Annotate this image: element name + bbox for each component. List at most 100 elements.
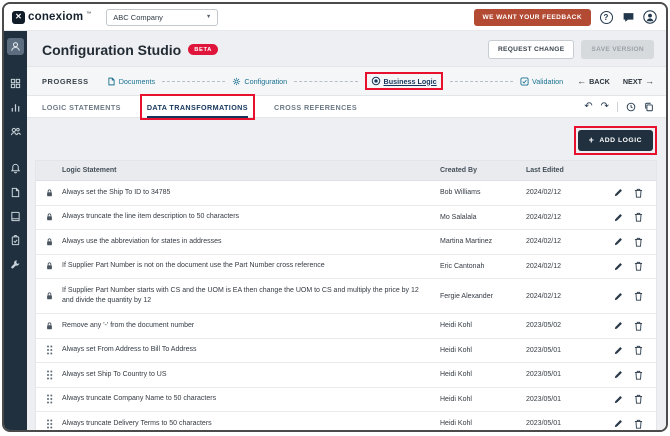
next-button[interactable]: NEXT → xyxy=(623,77,654,86)
sidebar-item-tools[interactable] xyxy=(7,256,24,273)
next-label: NEXT xyxy=(623,77,642,86)
sidebar-item-user[interactable] xyxy=(7,38,24,55)
step-configuration[interactable]: Configuration xyxy=(232,77,287,86)
edit-icon[interactable] xyxy=(614,321,623,330)
edit-icon[interactable] xyxy=(614,419,623,428)
help-button[interactable]: ? xyxy=(599,10,613,24)
sidebar-item-documents[interactable] xyxy=(7,184,24,201)
back-button[interactable]: ← BACK xyxy=(577,77,610,86)
sidebar-item-tasks[interactable] xyxy=(7,232,24,249)
tab-logic-statements[interactable]: LOGIC STATEMENTS xyxy=(42,96,121,118)
annotation-box-business-logic: Business Logic xyxy=(365,72,443,90)
feedback-button[interactable]: WE WANT YOUR FEEDBACK xyxy=(474,9,592,26)
history-icon[interactable] xyxy=(626,102,636,112)
table-row[interactable]: If Supplier Part Number starts with CS a… xyxy=(36,279,656,314)
delete-icon[interactable] xyxy=(634,419,643,429)
row-leading-icon-cell xyxy=(36,291,62,301)
delete-icon[interactable] xyxy=(634,237,643,247)
row-last-edited: 2024/02/12 xyxy=(526,238,610,245)
tab-data-transformations[interactable]: DATA TRANSFORMATIONS xyxy=(147,96,248,118)
row-last-edited: 2024/02/12 xyxy=(526,214,610,221)
book-icon xyxy=(10,211,21,222)
edit-icon[interactable] xyxy=(614,262,623,271)
sidebar-item-library[interactable] xyxy=(7,208,24,225)
table-row[interactable]: Always truncate Delivery Terms to 50 cha… xyxy=(36,412,656,432)
edit-icon[interactable] xyxy=(614,395,623,404)
back-label: BACK xyxy=(589,77,610,86)
target-icon xyxy=(371,76,381,86)
step-business-logic[interactable]: Business Logic xyxy=(371,76,437,86)
drag-handle-icon[interactable] xyxy=(46,394,53,404)
checkbox-icon xyxy=(520,77,529,86)
row-leading-icon-cell xyxy=(36,237,62,247)
row-created-by: Mo Salalala xyxy=(440,214,526,221)
undo-icon[interactable]: ↶ xyxy=(584,102,592,112)
table-row[interactable]: Always truncate Company Name to 50 chara… xyxy=(36,388,656,413)
logic-table: Logic Statement Created By Last Edited A… xyxy=(35,160,657,430)
delete-icon[interactable] xyxy=(634,370,643,380)
delete-icon[interactable] xyxy=(634,321,643,331)
chat-bubble-icon xyxy=(622,11,635,24)
edit-icon[interactable] xyxy=(614,237,623,246)
table-row[interactable]: Always set the Ship To ID to 34785 Bob W… xyxy=(36,181,656,206)
chat-button[interactable] xyxy=(621,10,635,24)
table-row[interactable]: Always set Ship To Country to US Heidi K… xyxy=(36,363,656,388)
row-created-by: Heidi Kohl xyxy=(440,347,526,354)
redo-icon[interactable]: ↷ xyxy=(601,102,609,112)
table-row[interactable]: Always truncate the line item descriptio… xyxy=(36,206,656,231)
wrench-icon xyxy=(10,259,21,270)
edit-icon[interactable] xyxy=(614,370,623,379)
drag-handle-icon[interactable] xyxy=(46,419,53,429)
chevron-down-icon: ▼ xyxy=(206,14,211,20)
delete-icon[interactable] xyxy=(634,291,643,301)
request-change-button[interactable]: REQUEST CHANGE xyxy=(488,40,574,59)
row-leading-icon-cell xyxy=(36,345,62,355)
copy-icon[interactable] xyxy=(644,102,654,112)
edit-icon[interactable] xyxy=(614,292,623,301)
edit-icon[interactable] xyxy=(614,188,623,197)
lock-icon xyxy=(45,291,54,301)
add-logic-button[interactable]: + ADD LOGIC xyxy=(578,130,653,151)
edit-toolbar: ↶ ↷ xyxy=(584,102,654,112)
tab-cross-references[interactable]: CROSS REFERENCES xyxy=(274,96,357,118)
avatar-icon xyxy=(643,10,657,24)
company-selector[interactable]: ABC Company ▼ xyxy=(106,9,218,26)
delete-icon[interactable] xyxy=(634,261,643,271)
avatar-button[interactable] xyxy=(643,10,657,24)
delete-icon[interactable] xyxy=(634,345,643,355)
annotation-box-add-logic: + ADD LOGIC xyxy=(574,126,657,155)
drag-handle-icon[interactable] xyxy=(46,370,53,380)
save-version-button[interactable]: SAVE VERSION xyxy=(581,40,654,59)
lock-icon xyxy=(45,188,54,198)
step-documents[interactable]: Documents xyxy=(107,77,155,86)
row-leading-icon-cell xyxy=(36,321,62,331)
app-body: Configuration Studio BETA REQUEST CHANGE… xyxy=(4,31,666,430)
table-row[interactable]: Remove any '-' from the document number … xyxy=(36,314,656,339)
drag-handle-icon[interactable] xyxy=(46,345,53,355)
gear-icon xyxy=(232,77,241,86)
edit-icon[interactable] xyxy=(614,346,623,355)
table-row[interactable]: Always set From Address to Bill To Addre… xyxy=(36,339,656,364)
delete-icon[interactable] xyxy=(634,394,643,404)
row-created-by: Heidi Kohl xyxy=(440,396,526,403)
sidebar-item-analytics[interactable] xyxy=(7,99,24,116)
delete-icon[interactable] xyxy=(634,212,643,222)
row-actions xyxy=(610,394,656,404)
edit-icon[interactable] xyxy=(614,213,623,222)
row-leading-icon-cell xyxy=(36,188,62,198)
step-connector xyxy=(450,81,513,82)
delete-icon[interactable] xyxy=(634,188,643,198)
sidebar-item-team[interactable] xyxy=(7,123,24,140)
sidebar-item-notifications[interactable] xyxy=(7,160,24,177)
beta-badge: BETA xyxy=(188,44,218,55)
row-statement: If Supplier Part Number is not on the do… xyxy=(62,261,440,272)
table-row[interactable]: Always use the abbreviation for states i… xyxy=(36,230,656,255)
step-validation[interactable]: Validation xyxy=(520,77,563,86)
row-leading-icon-cell xyxy=(36,419,62,429)
row-last-edited: 2024/02/12 xyxy=(526,263,610,270)
table-row[interactable]: If Supplier Part Number is not on the do… xyxy=(36,255,656,280)
conexiom-logo-icon: ✕ xyxy=(12,11,25,24)
row-statement: Always set the Ship To ID to 34785 xyxy=(62,188,440,199)
sidebar-item-grid[interactable] xyxy=(7,75,24,92)
left-arrow-icon: ← xyxy=(577,77,586,86)
